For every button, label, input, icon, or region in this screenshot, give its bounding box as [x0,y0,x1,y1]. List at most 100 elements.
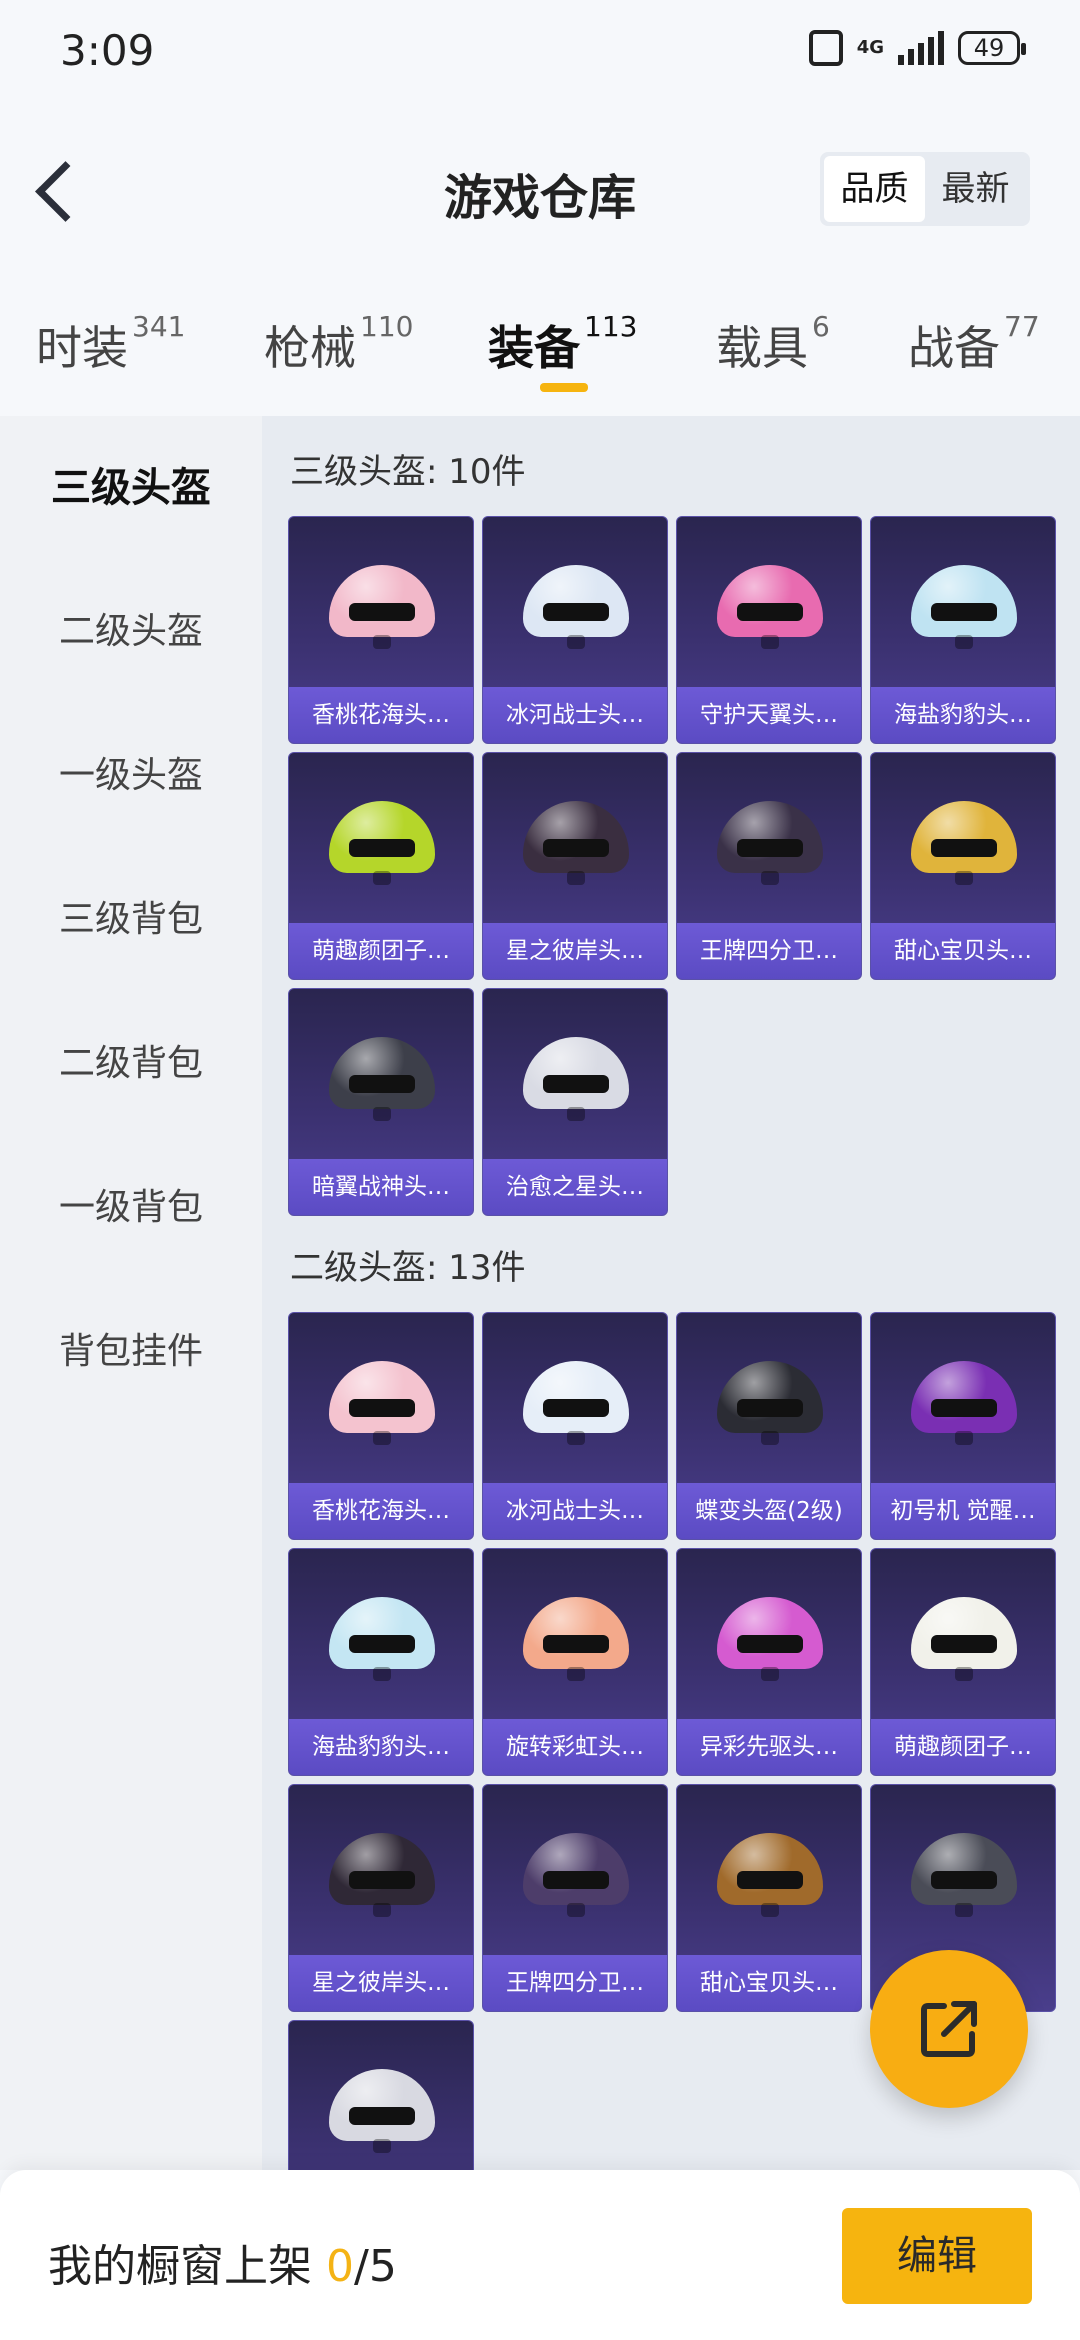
helmet-shell [329,2069,435,2141]
item-card[interactable]: 海盐豹豹头… [288,1548,474,1776]
sidebar-item-level2-helmet[interactable]: 二级头盔 [0,560,262,704]
helmet-visor [349,603,415,621]
helmet-shell [911,1833,1017,1905]
item-card[interactable]: 冰河战士头… [482,516,668,744]
item-name: 星之彼岸头… [483,923,667,979]
item-card[interactable]: 萌趣颜团子… [870,1548,1056,1776]
item-card[interactable]: 初号机 觉醒… [870,1312,1056,1540]
item-card[interactable]: 异彩先驱头… [676,1548,862,1776]
helmet-shell [717,565,823,637]
tab-fashion[interactable]: 时装 341 [36,310,185,378]
helmet-icon [717,783,823,889]
sidebar-item-level1-helmet[interactable]: 一级头盔 [0,704,262,848]
helmet-icon [329,1579,435,1685]
helmet-strap [567,1903,585,1917]
item-card[interactable]: 旋转彩虹头… [482,1548,668,1776]
sidebar-item-level3-helmet[interactable]: 三级头盔 [0,416,262,560]
tab-indicator [540,383,588,392]
item-card[interactable]: 香桃花海头… [288,1312,474,1540]
helmet-visor [737,839,803,857]
helmet-shell [523,1597,629,1669]
helmet-shell [523,1833,629,1905]
sidebar-item-level1-backpack[interactable]: 一级背包 [0,1136,262,1280]
item-card[interactable]: 冰河战士头… [482,1312,668,1540]
tab-guns[interactable]: 枪械 110 [264,310,413,378]
helmet-visor [737,1871,803,1889]
sidebar-item-level3-backpack[interactable]: 三级背包 [0,848,262,992]
item-card[interactable]: 萌趣颜团子… [288,752,474,980]
helmet-visor [543,603,609,621]
helmet-visor [931,839,997,857]
helmet-icon [911,547,1017,653]
helmet-strap [761,1903,779,1917]
item-card[interactable]: 星之彼岸头… [482,752,668,980]
helmet-icon [329,2051,435,2157]
helmet-visor [931,1871,997,1889]
tab-equipment[interactable]: 装备 113 [488,310,637,378]
helmet-shell [911,1361,1017,1433]
item-name: 星之彼岸头… [289,1955,473,2011]
helmet-strap [373,871,391,885]
helmet-visor [931,1399,997,1417]
category-tabs: 时装 341 枪械 110 装备 113 载具 6 战备 77 [0,300,1080,410]
item-card[interactable]: 香桃花海头… [288,516,474,744]
tab-vehicles[interactable]: 载具 6 [716,310,830,378]
item-name: 旋转彩虹头… [483,1719,667,1775]
sort-toggle[interactable]: 品质 最新 [820,152,1030,226]
item-name: 萌趣颜团子… [871,1719,1055,1775]
shelf-status: 我的橱窗上架 0/5 [48,2241,397,2292]
item-card[interactable]: 海盐豹豹头… [870,516,1056,744]
item-name: 治愈之星头… [483,1159,667,1215]
helmet-strap [761,871,779,885]
item-card[interactable]: 蝶变头盔(2级) [676,1312,862,1540]
sort-option-latest[interactable]: 最新 [925,156,1026,222]
sort-option-quality[interactable]: 品质 [824,156,925,222]
helmet-visor [349,839,415,857]
helmet-strap [955,871,973,885]
helmet-strap [373,635,391,649]
helmet-strap [373,2139,391,2153]
helmet-icon [717,547,823,653]
item-card[interactable]: 王牌四分卫… [676,752,862,980]
helmet-strap [373,1107,391,1121]
item-card[interactable]: 甜心宝贝头… [870,752,1056,980]
helmet-visor [543,1399,609,1417]
item-list[interactable]: 三级头盔: 10件 香桃花海头… 冰河战士头… 守护天翼头… 海盐豹豹头… 萌趣颜团子…… [262,416,1080,2170]
vibrate-icon [808,30,843,66]
helmet-strap [955,1903,973,1917]
helmet-icon [329,1019,435,1125]
item-name: 香桃花海头… [289,687,473,743]
helmet-strap [761,1431,779,1445]
helmet-strap [567,1107,585,1121]
item-name: 异彩先驱头… [677,1719,861,1775]
helmet-visor [737,1635,803,1653]
sidebar-item-level2-backpack[interactable]: 二级背包 [0,992,262,1136]
helmet-visor [543,1075,609,1093]
share-button[interactable] [870,1950,1028,2108]
helmet-shell [523,565,629,637]
helmet-visor [543,1871,609,1889]
edit-button[interactable]: 编辑 [842,2208,1032,2304]
item-card[interactable]: 暗翼战神头… [288,988,474,1216]
helmet-icon [523,1343,629,1449]
item-card[interactable] [288,2020,474,2170]
sidebar-item-backpack-charm[interactable]: 背包挂件 [0,1280,262,1424]
item-card[interactable]: 守护天翼头… [676,516,862,744]
item-name: 萌趣颜团子… [289,923,473,979]
item-name: 冰河战士头… [483,687,667,743]
item-card[interactable]: 治愈之星头… [482,988,668,1216]
helmet-strap [955,635,973,649]
helmet-shell [329,1037,435,1109]
item-card[interactable]: 甜心宝贝头… [676,1784,862,2012]
item-card[interactable]: 星之彼岸头… [288,1784,474,2012]
helmet-shell [717,1833,823,1905]
helmet-strap [955,1667,973,1681]
helmet-icon [911,1343,1017,1449]
battery-icon: 49 [958,31,1026,65]
tab-supplies[interactable]: 战备 77 [908,310,1040,378]
helmet-strap [761,635,779,649]
helmet-shell [329,1597,435,1669]
item-card[interactable]: 王牌四分卫… [482,1784,668,2012]
helmet-icon [329,1343,435,1449]
helmet-icon [911,783,1017,889]
